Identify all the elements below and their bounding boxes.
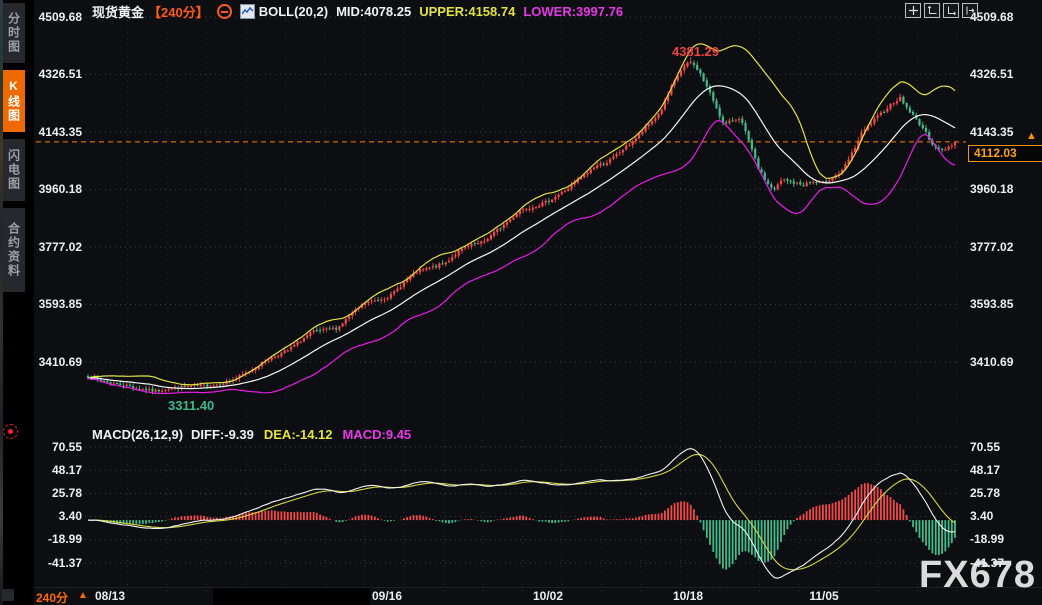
price-tick-left: 3777.02 bbox=[26, 240, 82, 254]
macd-tick-right: 3.40 bbox=[970, 509, 1036, 523]
price-tick-left: 3960.18 bbox=[26, 182, 82, 196]
trading-terminal: 分时图 K线图 闪电图 合约资料 现货黄金 【240分】 BOLL(20,2) … bbox=[0, 0, 1042, 605]
watermark: FX678 bbox=[919, 554, 1036, 597]
boll-label: BOLL(20,2) bbox=[259, 4, 328, 19]
price-tick-right: 4509.68 bbox=[970, 10, 1036, 24]
price-tick-right: 3777.02 bbox=[970, 240, 1036, 254]
macd-tick-left: 3.40 bbox=[26, 509, 82, 523]
bottom-period-label[interactable]: 240分 bbox=[36, 589, 68, 605]
chart-header: 现货黄金 【240分】 BOLL(20,2) MID:4078.25 UPPER… bbox=[92, 2, 623, 21]
current-price-tag: 4112.03 bbox=[968, 145, 1042, 162]
price-tick-left: 3593.85 bbox=[26, 297, 82, 311]
x-axis-date: 09/16 bbox=[365, 589, 409, 603]
crosshair-icon[interactable] bbox=[905, 3, 921, 18]
bottom-divider bbox=[34, 587, 1042, 588]
chart-toolbar bbox=[902, 3, 978, 18]
live-record-icon bbox=[3, 424, 18, 439]
price-up-arrow-icon: ▲ bbox=[1026, 130, 1037, 142]
period-label: 【240分】 bbox=[148, 2, 209, 21]
record-dot-icon bbox=[8, 429, 13, 434]
symbol-name: 现货黄金 bbox=[92, 2, 144, 21]
boll-lower-value: LOWER:3997.76 bbox=[523, 4, 623, 19]
sidebar-tab-kline[interactable]: K线图 bbox=[3, 70, 25, 132]
price-tick-left: 4509.68 bbox=[26, 10, 82, 24]
macd-label: MACD(26,12,9) bbox=[92, 427, 183, 442]
price-tick-left: 4326.51 bbox=[26, 67, 82, 81]
macd-tick-right: 48.17 bbox=[970, 463, 1036, 477]
period-up-arrow-icon[interactable]: ▲ bbox=[78, 590, 88, 601]
x-axis-date: 10/18 bbox=[666, 589, 710, 603]
sidebar-tab-contract-info[interactable]: 合约资料 bbox=[3, 208, 25, 292]
macd-tick-left: -41.37 bbox=[26, 556, 82, 570]
scale-right-icon[interactable] bbox=[943, 3, 959, 18]
price-tick-right: 3960.18 bbox=[970, 182, 1036, 196]
sidebar-tab-timeshare[interactable]: 分时图 bbox=[3, 3, 25, 63]
redacted-region bbox=[213, 588, 370, 605]
sparkline-icon[interactable] bbox=[240, 4, 255, 19]
macd-dea-value: DEA:-14.12 bbox=[264, 427, 333, 442]
x-axis-date: 10/02 bbox=[526, 589, 570, 603]
x-axis-date: 11/05 bbox=[802, 589, 846, 603]
period-low-label: 3311.40 bbox=[168, 398, 214, 413]
macd-tick-left: 48.17 bbox=[26, 463, 82, 477]
sidebar-tab-lightning[interactable]: 闪电图 bbox=[3, 139, 25, 201]
scale-left-icon[interactable] bbox=[924, 3, 940, 18]
boll-mid-value: MID:4078.25 bbox=[336, 4, 411, 19]
price-tick-left: 3410.69 bbox=[26, 355, 82, 369]
period-high-label: 4381.29 bbox=[672, 44, 719, 59]
boll-upper-value: UPPER:4158.74 bbox=[419, 4, 515, 19]
kline-chart[interactable] bbox=[0, 0, 1042, 605]
macd-tick-left: 25.78 bbox=[26, 486, 82, 500]
price-tick-right: 3410.69 bbox=[970, 355, 1036, 369]
minus-glyph bbox=[221, 11, 228, 13]
macd-tick-right: 25.78 bbox=[970, 486, 1036, 500]
price-tick-right: 3593.85 bbox=[970, 297, 1036, 311]
macd-diff-value: DIFF:-9.39 bbox=[191, 427, 254, 442]
macd-header: MACD(26,12,9) DIFF:-9.39 DEA:-14.12 MACD… bbox=[92, 427, 411, 442]
restore-icon[interactable] bbox=[962, 3, 978, 18]
price-tick-right: 4326.51 bbox=[970, 67, 1036, 81]
macd-tick-right: -18.99 bbox=[970, 532, 1036, 546]
price-tick-left: 4143.35 bbox=[26, 125, 82, 139]
x-axis-date: 08/13 bbox=[88, 589, 132, 603]
macd-tick-left: 70.55 bbox=[26, 440, 82, 454]
macd-tick-left: -18.99 bbox=[26, 532, 82, 546]
chart-type-sidebar: 分时图 K线图 闪电图 合约资料 bbox=[3, 3, 25, 299]
macd-tick-right: 70.55 bbox=[970, 440, 1036, 454]
corner-icon bbox=[2, 589, 14, 601]
macd-macd-value: MACD:9.45 bbox=[343, 427, 412, 442]
collapse-icon[interactable] bbox=[217, 4, 232, 19]
